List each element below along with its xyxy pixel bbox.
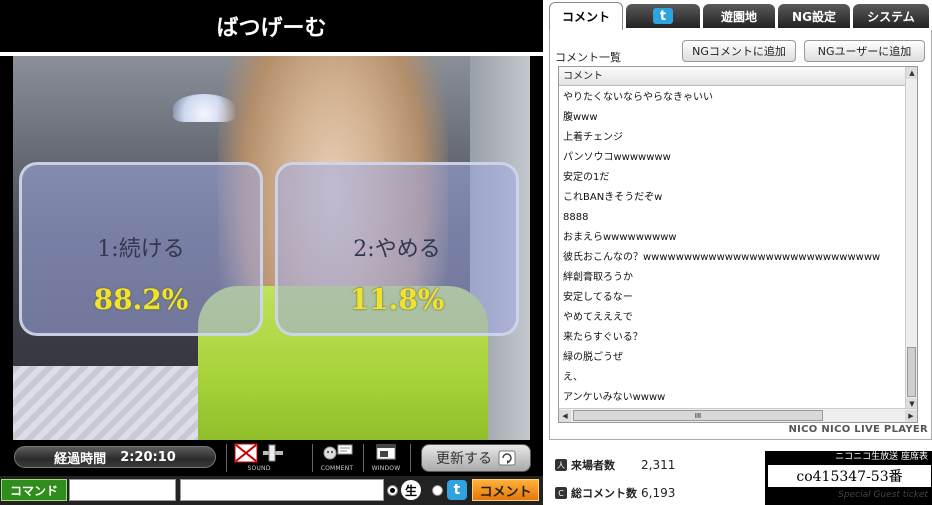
stream-title: ばつげーむ xyxy=(0,0,543,52)
window-label: WINDOW xyxy=(371,465,401,472)
elapsed-time: 経過時間 2:20:10 xyxy=(14,446,216,468)
comment-row[interactable]: やめてえええで xyxy=(559,308,907,328)
scroll-left-icon[interactable]: ◀ xyxy=(559,410,571,422)
control-bar: 経過時間 2:20:10 SOUND COMMENT WINDOW 更新する xyxy=(0,440,543,476)
add-ng-comment-button[interactable]: NGコメントに追加 xyxy=(682,40,796,62)
player-brand: NICO NICO LIVE PLAYER xyxy=(788,424,928,435)
scroll-up-icon[interactable]: ▲ xyxy=(906,67,917,79)
comment-count-value: 6,193 xyxy=(641,486,676,500)
comment-bubble-icon xyxy=(323,444,353,460)
visitor-count-value: 2,311 xyxy=(641,458,676,472)
horizontal-scroll-thumb[interactable]: III xyxy=(573,410,823,421)
comment-row[interactable]: 腹www xyxy=(559,108,907,128)
comment-rows: やりたくないならやらなきゃいい 腹www 上着チェンジ パンソウコwwwwwww 安定の… xyxy=(559,88,907,408)
sound-label: SOUND xyxy=(247,465,271,472)
vote-option-2-label: 2:やめる xyxy=(353,237,441,262)
submit-comment-button[interactable]: コメント xyxy=(472,479,539,501)
comments-icon: C xyxy=(555,487,567,499)
divider xyxy=(226,444,227,472)
seat-ticket-header: ニコニコ生放送 座席表 xyxy=(835,452,928,462)
visitor-count-label: 来場者数 xyxy=(571,459,615,472)
command-row: コマンド 生 t コメント xyxy=(0,476,543,505)
comment-row[interactable]: 安定してるなー xyxy=(559,288,907,308)
seat-ticket-subtitle: Special Guest ticket xyxy=(838,490,928,500)
comment-row[interactable]: 安定の1だ xyxy=(559,168,907,188)
scroll-right-icon[interactable]: ▶ xyxy=(905,410,917,422)
comment-toggle-button[interactable]: COMMENT xyxy=(316,442,358,474)
elapsed-time-value: 2:20:10 xyxy=(120,449,176,465)
comment-input[interactable] xyxy=(180,479,384,501)
elapsed-time-label: 経過時間 xyxy=(54,451,107,467)
add-ng-user-button[interactable]: NGユーザーに追加 xyxy=(804,40,925,62)
tab-bar: コメント t 遊園地 NG設定 システム xyxy=(545,0,932,30)
vote-option-2: 2:やめる 11.8% xyxy=(275,162,519,336)
comment-row[interactable]: パンソウコwwwwwww xyxy=(559,148,907,168)
speaker-muted-icon xyxy=(234,443,283,463)
comment-count: C 総コメント数 6,193 xyxy=(555,483,675,503)
stats-panel: 人 来場者数 2,311 C 総コメント数 6,193 xyxy=(549,446,759,505)
niconico-live-player: ばつげーむ 1:続ける 88.2% 2:やめる 11.8% 経過時間 2:20:… xyxy=(0,0,932,505)
comment-row[interactable]: おまえらwwwwwwwww xyxy=(559,228,907,248)
tab-comment[interactable]: コメント xyxy=(549,2,623,30)
comment-count-label: 総コメント数 xyxy=(571,487,637,500)
comment-list-title: コメント一覧 xyxy=(555,51,621,64)
tab-ng-settings[interactable]: NG設定 xyxy=(778,4,850,28)
vote-option-2-percent: 11.8% xyxy=(349,283,445,316)
seat-ticket-id: co415347-53番 xyxy=(768,465,931,487)
visitor-count: 人 来場者数 2,311 xyxy=(555,455,675,475)
visitors-icon: 人 xyxy=(555,459,567,471)
divider xyxy=(312,444,313,472)
vote-option-1-percent: 88.2% xyxy=(93,283,189,316)
comment-row[interactable]: 上着チェンジ xyxy=(559,128,907,148)
twitter-icon: t xyxy=(653,8,673,24)
refresh-button[interactable]: 更新する xyxy=(421,444,531,472)
vote-option-1: 1:続ける 88.2% xyxy=(19,162,263,336)
sound-button[interactable]: SOUND xyxy=(232,442,286,474)
vertical-scroll-thumb[interactable] xyxy=(907,347,916,397)
horizontal-scrollbar[interactable]: ◀ III ▶ xyxy=(559,408,917,422)
window-button[interactable]: WINDOW xyxy=(367,442,405,474)
live-icon: 生 xyxy=(401,480,421,500)
refresh-label: 更新する xyxy=(436,451,492,467)
twitter-icon: t xyxy=(447,480,467,500)
comment-row[interactable]: これBANきそうだぞw xyxy=(559,188,907,208)
comment-row[interactable]: 8888 xyxy=(559,208,907,228)
refresh-icon xyxy=(498,450,516,466)
comment-panel: コメント一覧 NGコメントに追加 NGユーザーに追加 コメント やりたくないなら… xyxy=(549,30,932,440)
tab-system[interactable]: システム xyxy=(853,4,929,28)
video-screen[interactable]: 1:続ける 88.2% 2:やめる 11.8% xyxy=(13,56,530,440)
side-panel: コメント t 遊園地 NG設定 システム コメント一覧 NGコメントに追加 NG… xyxy=(545,0,932,505)
command-input[interactable] xyxy=(69,479,176,501)
comment-row[interactable]: 彼氏おこんなの？wwwwwwwwwwwwwwwwwwwwwwwwwwwww xyxy=(559,248,907,268)
comment-row[interactable]: やりたくないならやらなきゃいい xyxy=(559,88,907,108)
divider xyxy=(363,444,364,472)
tab-amusement-park[interactable]: 遊園地 xyxy=(703,4,775,28)
comment-column-header[interactable]: コメント xyxy=(559,67,909,86)
command-button[interactable]: コマンド xyxy=(1,479,67,501)
comment-toggle-label: COMMENT xyxy=(320,465,354,472)
comment-row[interactable]: え、 xyxy=(559,368,907,388)
comment-list[interactable]: コメント やりたくないならやらなきゃいい 腹www 上着チェンジ パンソウコwwwww… xyxy=(558,66,918,423)
comment-row[interactable]: 来たらすぐいる？ xyxy=(559,328,907,348)
seat-ticket: ニコニコ生放送 座席表 co415347-53番 Special Guest t… xyxy=(765,451,932,505)
vote-option-1-label: 1:続ける xyxy=(97,237,185,262)
video-player: ばつげーむ 1:続ける 88.2% 2:やめる 11.8% 経過時間 2:20:… xyxy=(0,0,543,505)
vertical-scrollbar[interactable]: ▲ ▼ xyxy=(905,67,917,410)
window-icon xyxy=(376,444,396,460)
divider xyxy=(410,444,411,472)
post-target-twitter-radio[interactable] xyxy=(432,485,443,496)
comment-row[interactable]: 緑の脱ごうぜ xyxy=(559,348,907,368)
post-target-live-radio[interactable] xyxy=(387,485,398,496)
comment-row[interactable]: アンケいみないwwww xyxy=(559,388,907,408)
comment-row[interactable]: 絆創膏取ろうか xyxy=(559,268,907,288)
tab-twitter[interactable]: t xyxy=(626,4,700,28)
